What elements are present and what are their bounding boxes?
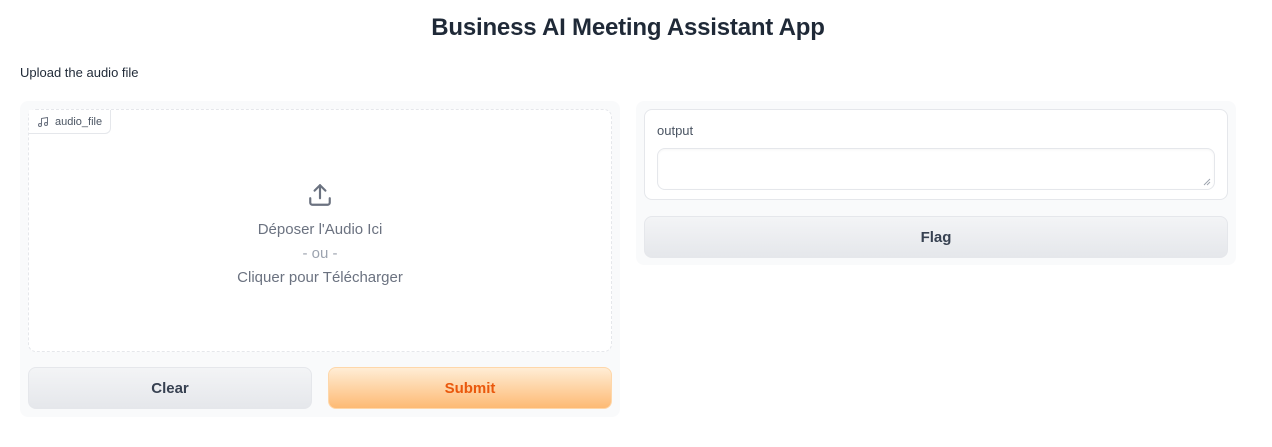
clear-button[interactable]: Clear — [28, 367, 312, 409]
audio-upload-block: audio_file Déposer l'Audio Ici - ou - Cl… — [28, 109, 612, 352]
page-title: Business AI Meeting Assistant App — [431, 14, 825, 41]
submit-button[interactable]: Submit — [328, 367, 612, 409]
output-block: output — [644, 109, 1228, 200]
audio-file-label-text: audio_file — [55, 115, 103, 128]
audio-drop-zone[interactable]: Déposer l'Audio Ici - ou - Cliquer pour … — [29, 182, 611, 290]
music-note-icon — [37, 116, 49, 128]
output-textarea[interactable] — [657, 148, 1215, 190]
flag-button[interactable]: Flag — [644, 216, 1228, 258]
output-panel: output Flag — [636, 101, 1236, 265]
resize-handle-icon[interactable] — [1203, 178, 1211, 186]
app-description: Upload the audio file — [20, 65, 139, 80]
input-panel: audio_file Déposer l'Audio Ici - ou - Cl… — [20, 101, 620, 417]
drop-or-separator: - ou - — [302, 245, 338, 262]
drop-audio-text: Déposer l'Audio Ici — [257, 221, 383, 238]
audio-file-label: audio_file — [29, 110, 112, 134]
upload-icon — [307, 182, 333, 208]
output-label: output — [657, 123, 694, 138]
click-to-upload-text: Cliquer pour Télécharger — [237, 269, 403, 286]
